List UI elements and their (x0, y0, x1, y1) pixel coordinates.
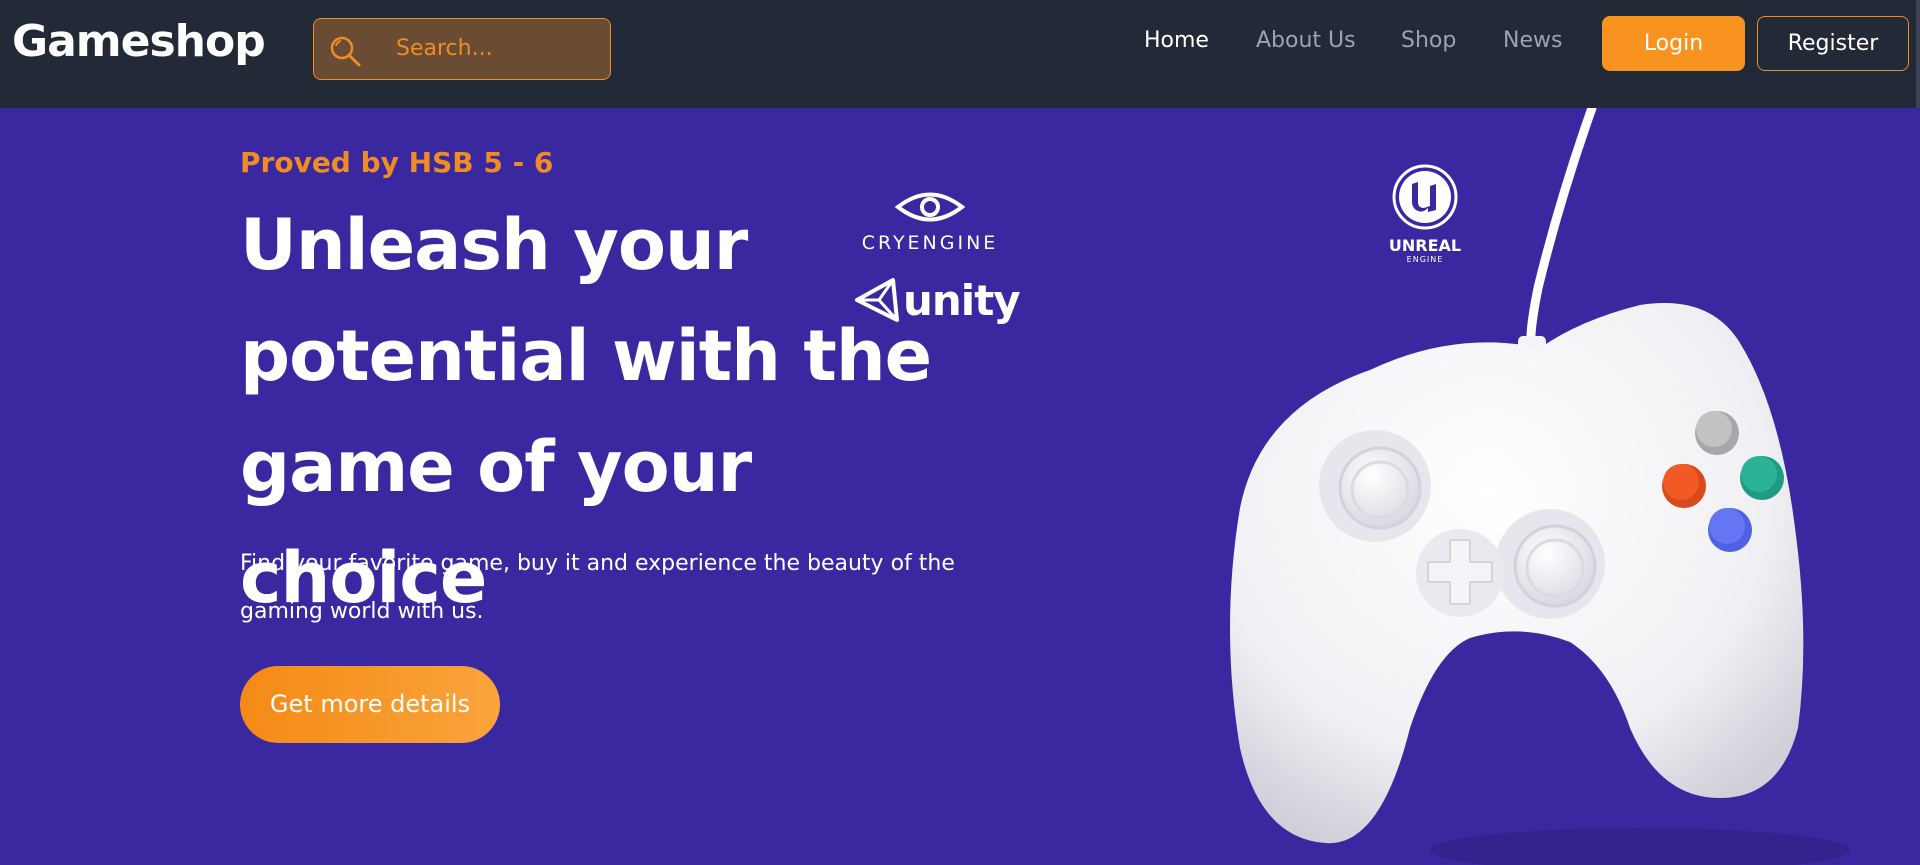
site-logo[interactable]: Gameshop (12, 16, 266, 67)
nav-link-news[interactable]: News (1503, 28, 1562, 53)
hero-subtext: Find your favorite game, buy it and expe… (240, 551, 955, 624)
gamepad-image (1230, 108, 1850, 865)
search-input[interactable]: Search... (396, 36, 493, 61)
register-button[interactable]: Register (1757, 16, 1909, 71)
unity-cube-icon (855, 278, 899, 322)
get-more-details-button[interactable]: Get more details (240, 666, 500, 743)
nav-link-home[interactable]: Home (1144, 28, 1209, 53)
hero-tagline: Proved by HSB 5 - 6 (240, 146, 554, 179)
nav-link-about-us[interactable]: About Us (1256, 28, 1356, 53)
cryengine-eye-icon (894, 192, 966, 222)
cryengine-logo: CRYENGINE (855, 190, 1005, 254)
search-box[interactable]: Search... (313, 18, 611, 80)
cryengine-label: CRYENGINE (861, 232, 999, 254)
nav-link-shop[interactable]: Shop (1401, 28, 1456, 53)
top-navbar: Gameshop Search... Home About Us Shop Ne… (0, 0, 1920, 108)
unity-logo: unity (853, 276, 1021, 326)
unity-label: unity (903, 276, 1021, 325)
login-button[interactable]: Login (1602, 16, 1745, 71)
scrollbar[interactable] (1916, 0, 1920, 108)
search-icon (330, 36, 361, 67)
